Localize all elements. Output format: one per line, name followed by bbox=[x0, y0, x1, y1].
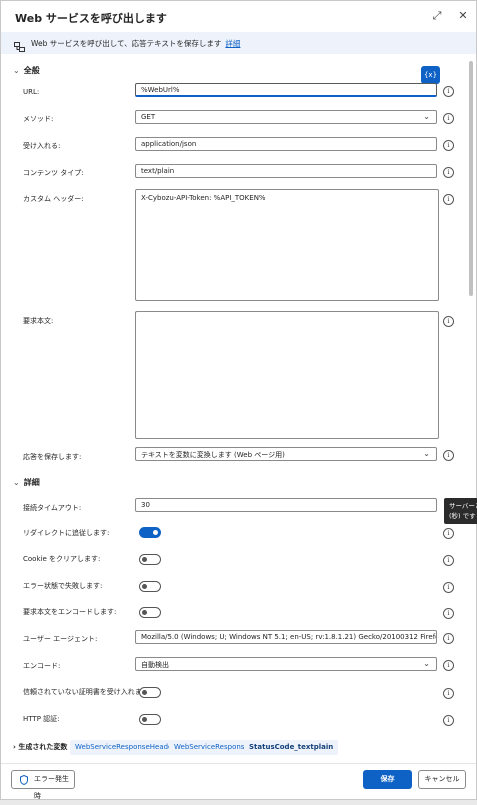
scrollbar[interactable] bbox=[469, 61, 473, 761]
request-body-textarea[interactable] bbox=[135, 311, 439, 439]
chevron-down-icon: ⌄ bbox=[13, 66, 20, 75]
user-agent-input[interactable]: Mozilla/5.0 (Windows; U; Windows NT 5.1;… bbox=[135, 630, 437, 644]
request-body-label: 要求本文: bbox=[23, 317, 54, 325]
info-icon[interactable]: i bbox=[443, 608, 454, 619]
section-generated-variables[interactable]: › 生成された変数 bbox=[13, 742, 67, 752]
info-icon[interactable]: i bbox=[443, 140, 454, 151]
section-advanced-label: 詳細 bbox=[23, 478, 40, 487]
timeout-label: 接続タイムアウト: bbox=[23, 504, 82, 512]
chevron-down-icon: ⌄ bbox=[13, 478, 20, 487]
info-icon[interactable]: i bbox=[443, 555, 454, 566]
save-response-select[interactable]: テキストを変数に変換します (Web ページ用) ⌄ bbox=[135, 447, 437, 461]
info-icon[interactable]: i bbox=[443, 715, 454, 726]
http-auth-toggle[interactable] bbox=[139, 714, 161, 725]
variable-tag[interactable]: StatusCode_textplain bbox=[244, 740, 339, 755]
info-icon[interactable]: i bbox=[443, 633, 454, 644]
info-icon[interactable]: i bbox=[443, 316, 454, 327]
on-error-button[interactable]: エラー発生時 bbox=[11, 770, 75, 800]
custom-headers-label: カスタム ヘッダー: bbox=[23, 195, 84, 203]
encoding-value: 自動検出 bbox=[141, 661, 169, 669]
custom-headers-textarea[interactable]: X-Cybozu-API-Token: %API_TOKEN% bbox=[135, 189, 439, 301]
encode-body-label: 要求本文をエンコードします: bbox=[23, 608, 117, 616]
expand-icon[interactable]: ⤢ bbox=[430, 9, 444, 23]
info-icon[interactable]: i bbox=[443, 528, 454, 539]
http-auth-label: HTTP 認証: bbox=[23, 715, 60, 723]
chevron-down-icon: ⌄ bbox=[423, 659, 430, 668]
save-response-value: テキストを変数に変換します (Web ページ用) bbox=[141, 451, 285, 459]
accept-input[interactable]: application/json bbox=[135, 137, 437, 151]
chevron-down-icon: ⌄ bbox=[423, 449, 430, 458]
user-agent-label: ユーザー エージェント: bbox=[23, 635, 98, 643]
encoding-select[interactable]: 自動検出 ⌄ bbox=[135, 657, 437, 671]
encode-body-toggle[interactable] bbox=[139, 607, 161, 618]
follow-redirect-toggle[interactable] bbox=[139, 527, 161, 538]
info-icon[interactable]: i bbox=[443, 194, 454, 205]
generated-variables-label: 生成された変数 bbox=[18, 743, 68, 751]
section-advanced[interactable]: ⌄ 詳細 bbox=[13, 477, 40, 488]
untrusted-cert-label: 信頼されていない証明書を受け入れます: bbox=[23, 688, 152, 696]
scrollbar-thumb[interactable] bbox=[469, 61, 473, 296]
section-general-label: 全般 bbox=[23, 66, 40, 75]
variable-tag[interactable]: WebServiceResponseHeaders bbox=[70, 740, 184, 755]
timeout-input[interactable]: 30 bbox=[135, 498, 437, 512]
action-icon bbox=[14, 37, 25, 56]
variable-tag[interactable]: WebServiceResponse bbox=[169, 740, 254, 755]
cancel-button[interactable]: キャンセル bbox=[418, 770, 466, 789]
description-bar: Web サービスを呼び出して、応答テキストを保存します 詳細 bbox=[1, 32, 476, 54]
info-icon[interactable]: i bbox=[443, 582, 454, 593]
web-service-dialog: Web サービスを呼び出します ⤢ ✕ Web サービスを呼び出して、応答テキス… bbox=[0, 0, 477, 800]
method-label: メソッド: bbox=[23, 115, 54, 123]
section-general[interactable]: ⌄ 全般 bbox=[13, 65, 40, 76]
untrusted-cert-toggle[interactable] bbox=[139, 687, 161, 698]
save-button[interactable]: 保存 bbox=[363, 770, 412, 789]
chevron-down-icon: ⌄ bbox=[423, 112, 430, 121]
fail-on-error-label: エラー状態で失敗します: bbox=[23, 582, 103, 590]
dialog-title: Web サービスを呼び出します bbox=[15, 12, 167, 25]
info-icon[interactable]: i bbox=[443, 86, 454, 97]
info-icon[interactable]: i bbox=[443, 660, 454, 671]
url-input[interactable]: %WebUrl% bbox=[135, 83, 437, 97]
method-select[interactable]: GET ⌄ bbox=[135, 110, 437, 124]
close-icon[interactable]: ✕ bbox=[456, 9, 470, 22]
shield-icon bbox=[20, 774, 28, 792]
content-type-label: コンテンツ タイプ: bbox=[23, 169, 84, 177]
variable-picker-button[interactable]: {x} bbox=[421, 66, 440, 84]
url-label: URL: bbox=[23, 88, 40, 96]
info-icon[interactable]: i bbox=[443, 450, 454, 461]
description-text: Web サービスを呼び出して、応答テキストを保存します bbox=[31, 39, 222, 48]
info-icon[interactable]: i bbox=[443, 113, 454, 124]
footer-divider bbox=[1, 763, 476, 764]
follow-redirect-label: リダイレクトに追従します: bbox=[23, 529, 110, 537]
on-error-label: エラー発生時 bbox=[34, 775, 69, 800]
encoding-label: エンコード: bbox=[23, 662, 61, 670]
clear-cookies-toggle[interactable] bbox=[139, 554, 161, 565]
fail-on-error-toggle[interactable] bbox=[139, 581, 161, 592]
save-response-label: 応答を保存します: bbox=[23, 453, 82, 461]
method-value: GET bbox=[141, 113, 156, 121]
info-icon[interactable]: i bbox=[443, 688, 454, 699]
chevron-right-icon: › bbox=[13, 743, 16, 751]
content-type-input[interactable]: text/plain bbox=[135, 164, 437, 178]
info-icon[interactable]: i bbox=[443, 167, 454, 178]
details-link[interactable]: 詳細 bbox=[225, 39, 240, 48]
accept-label: 受け入れる: bbox=[23, 142, 61, 150]
clear-cookies-label: Cookie をクリアします: bbox=[23, 555, 101, 563]
